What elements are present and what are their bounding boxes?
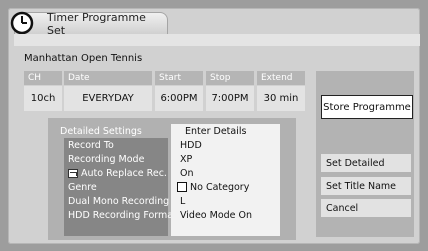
- date-header: Date: [64, 71, 152, 85]
- cancel-button[interactable]: Cancel: [321, 199, 411, 217]
- enter-details-button[interactable]: Enter Details: [171, 124, 280, 138]
- timer-clock-icon: [10, 11, 34, 35]
- empty-row-label: [64, 222, 168, 236]
- auto-replace-label: Auto Replace Rec.: [64, 166, 168, 180]
- recording-mode-label: Recording Mode: [64, 152, 168, 166]
- hdd-format-label: HDD Recording Format: [64, 208, 177, 222]
- timer-programme-screen: Timer Programme Set Manhattan Open Tenni…: [0, 0, 428, 251]
- ch-header: CH: [24, 71, 62, 85]
- title-tab: Timer Programme Set: [10, 11, 168, 37]
- recording-mode-value[interactable]: XP: [171, 152, 280, 166]
- set-title-name-button[interactable]: Set Title Name: [321, 177, 411, 195]
- programme-name: Manhattan Open Tennis: [24, 53, 143, 64]
- title-divider: [14, 34, 420, 46]
- store-programme-button[interactable]: Store Programme: [321, 95, 413, 119]
- record-to-label: Record To: [64, 138, 168, 152]
- genre-label: Genre: [64, 180, 168, 194]
- start-header: Start: [155, 71, 203, 85]
- empty-row-value: [171, 222, 280, 236]
- auto-replace-label-text: Auto Replace Rec.: [81, 167, 167, 179]
- set-detailed-button[interactable]: Set Detailed: [321, 154, 411, 172]
- record-to-value[interactable]: HDD: [171, 138, 280, 152]
- dual-mono-value[interactable]: L: [171, 194, 280, 208]
- auto-replace-value[interactable]: On: [171, 166, 280, 180]
- hdd-format-value[interactable]: Video Mode On: [171, 208, 280, 222]
- detailed-settings-label: Detailed Settings: [60, 125, 142, 137]
- extend-header: Extend: [257, 71, 305, 85]
- start-value[interactable]: 6:00PM: [155, 86, 203, 111]
- stop-header: Stop: [206, 71, 254, 85]
- dual-mono-label: Dual Mono Recording: [64, 194, 169, 208]
- genre-value[interactable]: No Category: [171, 180, 280, 194]
- date-value[interactable]: EVERYDAY: [64, 86, 152, 111]
- extend-value[interactable]: 30 min: [257, 86, 305, 111]
- replace-icon: [68, 168, 78, 178]
- ch-value[interactable]: 10ch: [24, 86, 62, 111]
- genre-value-text: No Category: [190, 181, 250, 193]
- stop-value[interactable]: 7:00PM: [206, 86, 254, 111]
- checkbox-icon[interactable]: [177, 182, 187, 192]
